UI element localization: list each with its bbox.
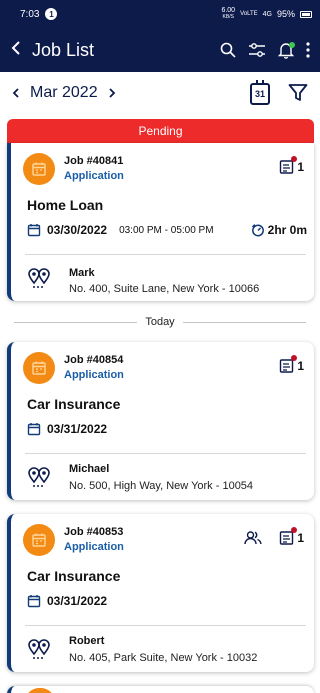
job-date: 03/31/2022 <box>47 422 108 436</box>
calendar-icon <box>27 594 41 608</box>
month-selector: Mar 2022 31 <box>0 72 320 114</box>
team-members-icon[interactable] <box>244 530 262 546</box>
customer-name: Robert <box>69 635 105 647</box>
timer-icon <box>251 223 265 237</box>
job-number: Job #40854 <box>64 354 124 366</box>
calendar-icon <box>27 223 41 237</box>
app-bar-actions <box>220 41 310 59</box>
customer-name: Michael <box>69 463 110 475</box>
notes-count: 1 <box>297 531 304 545</box>
notes-count: 1 <box>297 160 304 174</box>
current-month[interactable]: Mar 2022 <box>30 84 98 102</box>
job-number: Job #40841 <box>64 155 124 167</box>
network-volte: VoLTE <box>240 11 258 17</box>
job-calendar-badge-icon <box>25 688 55 693</box>
divider <box>25 453 306 454</box>
chevron-left-icon[interactable] <box>12 85 20 101</box>
job-card-partial[interactable] <box>7 686 314 693</box>
location-pins-icon <box>27 466 51 488</box>
chevron-right-icon[interactable] <box>108 85 116 101</box>
job-calendar-badge-icon <box>23 524 55 556</box>
status-time: 7:03 <box>20 8 40 20</box>
customer-address: No. 500, High Way, New York - 10054 <box>69 480 254 492</box>
service-name: Car Insurance <box>27 568 121 584</box>
job-calendar-badge-icon <box>23 352 55 384</box>
job-card[interactable]: Job #40854 Application 1 Car Insurance 0… <box>7 342 314 500</box>
job-type: Application <box>64 541 124 553</box>
pending-section-header: Pending <box>7 119 314 143</box>
calendar-icon <box>27 422 41 436</box>
status-bar: 7:03 1 6.00 KB/S VoLTE 4G 95% <box>0 0 320 28</box>
service-name: Car Insurance <box>27 396 121 412</box>
location-pins-icon <box>27 267 51 289</box>
filter-funnel-icon[interactable] <box>288 83 308 103</box>
notes-button[interactable]: 1 <box>279 527 304 546</box>
location-pins-icon <box>27 638 51 660</box>
divider <box>25 625 306 626</box>
job-date: 03/31/2022 <box>47 594 108 608</box>
app-bar: Job List <box>0 28 320 72</box>
battery-percent: 95% <box>276 9 295 19</box>
job-card[interactable]: Job #40841 Application 1 Home Loan 03/30… <box>7 143 314 301</box>
time-range: 03:00 PM - 05:00 PM <box>119 224 214 236</box>
back-arrow-icon[interactable] <box>10 39 22 62</box>
duration: 2hr 0m <box>251 223 307 237</box>
note-icon <box>279 156 298 175</box>
schedule-row: 03/31/2022 <box>27 594 307 608</box>
more-vert-icon[interactable] <box>306 42 310 58</box>
status-indicators: 6.00 KB/S VoLTE 4G 95% <box>221 7 312 21</box>
date-actions: 31 <box>250 80 308 105</box>
job-card[interactable]: Job #40853 Application 1 Car Insurance 0… <box>7 514 314 672</box>
notes-count: 1 <box>297 359 304 373</box>
service-name: Home Loan <box>27 197 104 213</box>
schedule-row: 03/30/2022 03:00 PM - 05:00 PM 2hr 0m <box>27 223 307 237</box>
customer-address: No. 400, Suite Lane, New York - 10066 <box>69 283 260 295</box>
page-title: Job List <box>32 39 95 60</box>
network-4g: 4G <box>262 10 272 18</box>
battery-icon <box>300 10 312 18</box>
customer-name: Mark <box>69 267 95 279</box>
notes-button[interactable]: 1 <box>279 355 304 374</box>
bell-icon[interactable] <box>278 41 295 59</box>
note-icon <box>279 527 298 546</box>
notification-dot <box>289 41 295 48</box>
job-date: 03/30/2022 <box>47 223 108 237</box>
search-icon[interactable] <box>220 42 236 58</box>
job-number: Job #40853 <box>64 526 124 538</box>
notes-button[interactable]: 1 <box>279 156 304 175</box>
status-notification-badge: 1 <box>45 8 58 20</box>
filter-sliders-icon[interactable] <box>248 42 266 58</box>
job-type: Application <box>64 369 124 381</box>
note-icon <box>279 355 298 374</box>
calendar-icon[interactable]: 31 <box>250 80 270 105</box>
net-speed: 6.00 KB/S <box>221 7 236 20</box>
job-type: Application <box>64 170 124 182</box>
today-separator: Today <box>14 314 307 330</box>
schedule-row: 03/31/2022 <box>27 422 307 436</box>
job-calendar-badge-icon <box>23 153 55 185</box>
divider <box>25 254 306 255</box>
customer-address: No. 405, Park Suite, New York - 10032 <box>69 652 258 664</box>
today-label: Today <box>145 316 175 328</box>
